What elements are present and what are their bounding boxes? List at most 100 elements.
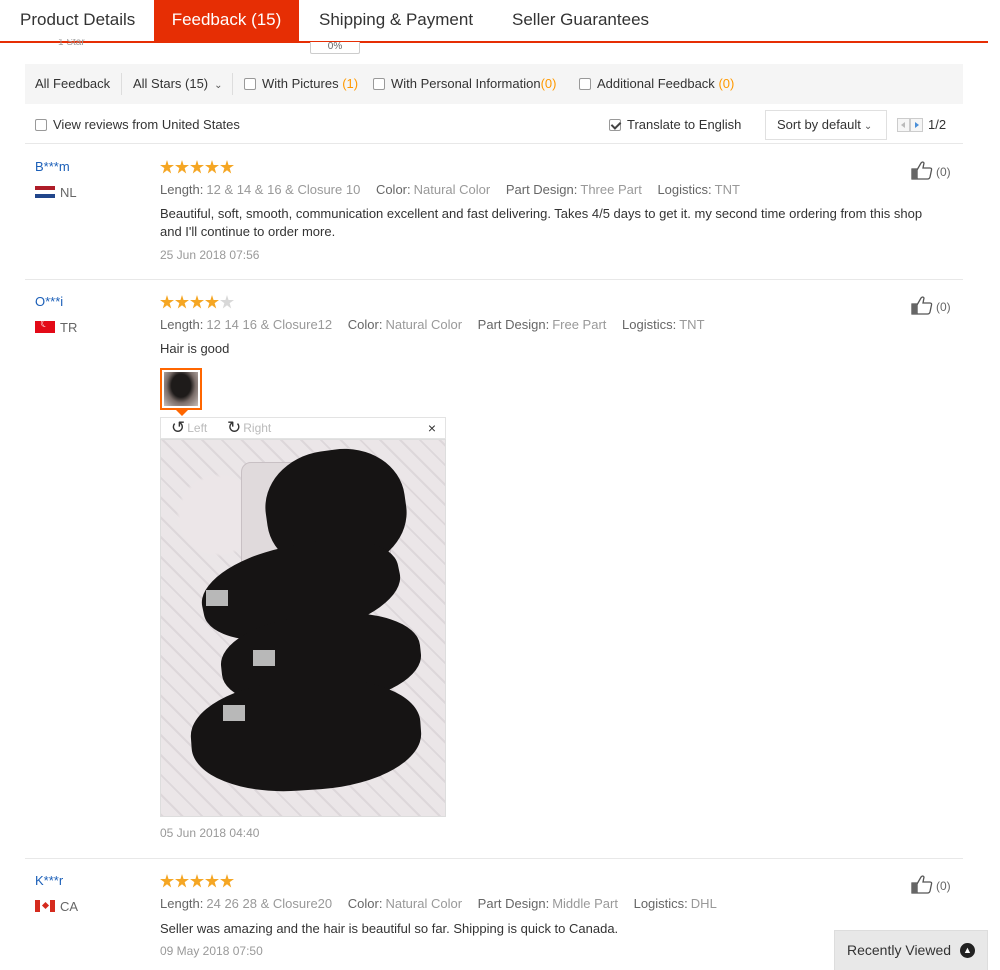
star-icon xyxy=(190,874,204,888)
review-item: B***m NL Length: 12 & 14 & 16 & Closure 1… xyxy=(25,145,963,280)
attr-key: Length: xyxy=(160,317,204,332)
chevron-up-icon: ▲ xyxy=(960,943,975,958)
helpful-count: (0) xyxy=(936,165,951,179)
filter-with-pictures[interactable]: With Pictures (1) xyxy=(244,64,358,104)
helpful-button[interactable]: (0) xyxy=(911,874,951,894)
tab-seller-guarantees[interactable]: Seller Guarantees xyxy=(512,0,649,41)
filter-count: (0) xyxy=(718,76,735,91)
rating-stub-value: 0% xyxy=(310,42,360,54)
attr-value: TNT xyxy=(714,182,740,197)
next-page-button[interactable] xyxy=(910,118,923,132)
attr-value: Middle Part xyxy=(552,896,618,911)
flag-ca-icon xyxy=(35,900,55,912)
flag-tr-icon xyxy=(35,321,55,333)
photo-band xyxy=(253,650,275,666)
star-icon xyxy=(205,295,219,309)
tab-shipping-payment[interactable]: Shipping & Payment xyxy=(319,0,473,41)
rating-stub-label: 1 Star xyxy=(58,39,85,47)
thumbs-up-icon xyxy=(911,296,933,315)
reviewer-name[interactable]: B***m xyxy=(35,159,70,174)
reviewer-country: NL xyxy=(35,185,77,200)
thumbs-up-icon xyxy=(911,875,933,894)
checkbox[interactable] xyxy=(35,119,47,131)
rotate-right-button[interactable]: ↻ Right xyxy=(227,419,271,437)
attr-value: TNT xyxy=(679,317,705,332)
helpful-button[interactable]: (0) xyxy=(911,160,951,180)
attr-key: Part Design: xyxy=(505,182,578,197)
attr-key: Color: xyxy=(347,896,383,911)
attr-value: Natural Color xyxy=(413,182,491,197)
star-icon xyxy=(160,874,174,888)
reviewer-name[interactable]: K***r xyxy=(35,873,63,888)
filter-with-personal-info[interactable]: With Personal Information(0) xyxy=(373,64,556,104)
close-icon[interactable]: × xyxy=(428,419,436,437)
sort-dropdown[interactable]: Sort by default ⌄ xyxy=(765,110,887,140)
chevron-down-icon: ⌄ xyxy=(863,121,873,132)
filter-count: (1) xyxy=(342,76,359,91)
checkbox-checked[interactable] xyxy=(609,119,621,131)
pagination: 1/2 xyxy=(897,118,946,132)
attr-key: Logistics: xyxy=(657,182,712,197)
country-code: NL xyxy=(60,185,77,200)
star-icon xyxy=(205,160,219,174)
reviewer-country: TR xyxy=(35,320,77,335)
filter-all-stars-dropdown[interactable]: All Stars (15) ⌄ xyxy=(133,64,223,104)
attr-value: 12 & 14 & 16 & Closure 10 xyxy=(206,182,361,197)
options-row: View reviews from United States Translat… xyxy=(25,108,963,144)
tab-product-details[interactable]: Product Details xyxy=(20,0,135,41)
filter-all-feedback[interactable]: All Feedback xyxy=(35,64,110,104)
thumbnail-pointer xyxy=(176,410,188,416)
attr-key: Part Design: xyxy=(477,317,550,332)
translate-option[interactable]: Translate to English xyxy=(609,108,741,142)
review-date: 05 Jun 2018 04:40 xyxy=(160,826,260,840)
review-text: Seller was amazing and the hair is beaut… xyxy=(160,921,619,936)
reviewer-name[interactable]: O***i xyxy=(35,294,63,309)
attr-value: Three Part xyxy=(580,182,642,197)
star-icon xyxy=(175,295,189,309)
filter-bar: All Feedback All Stars (15) ⌄ With Pictur… xyxy=(25,64,963,104)
star-icon xyxy=(175,874,189,888)
filter-count: (0) xyxy=(540,76,557,91)
star-icon xyxy=(220,874,234,888)
prev-page-button[interactable] xyxy=(897,118,910,132)
rotate-right-label: Right xyxy=(243,421,272,435)
star-icon xyxy=(220,160,234,174)
attr-value: 24 26 28 & Closure20 xyxy=(206,896,333,911)
checkbox[interactable] xyxy=(244,78,256,90)
attr-key: Logistics: xyxy=(622,317,677,332)
filter-all-stars-label: All Stars (15) xyxy=(133,76,209,91)
attr-key: Logistics: xyxy=(633,896,688,911)
image-viewer-toolbar: ↺ Left ↻ Right × xyxy=(160,417,446,439)
tab-feedback[interactable]: Feedback (15) xyxy=(154,0,299,41)
attr-key: Length: xyxy=(160,182,204,197)
flag-nl-icon xyxy=(35,186,55,198)
star-icon xyxy=(160,295,174,309)
recently-viewed-button[interactable]: Recently Viewed ▲ xyxy=(834,930,988,970)
review-text: Hair is good xyxy=(160,341,230,356)
star-icon xyxy=(190,160,204,174)
filter-with-personal-label: With Personal Information xyxy=(391,76,541,91)
recently-viewed-label: Recently Viewed xyxy=(847,942,952,958)
rotate-left-button[interactable]: ↺ Left xyxy=(171,419,207,437)
review-item: K***r CA Length: 24 26 28 & Closure20 Col… xyxy=(25,859,963,970)
filter-additional-label: Additional Feedback xyxy=(597,76,715,91)
attr-key: Part Design: xyxy=(477,896,550,911)
country-code: CA xyxy=(60,899,79,914)
tab-bar: Product Details Feedback (15) Shipping &… xyxy=(0,0,988,43)
helpful-count: (0) xyxy=(936,879,951,893)
review-photo-thumbnail[interactable] xyxy=(160,368,202,410)
country-code: TR xyxy=(60,320,78,335)
attr-key: Color: xyxy=(375,182,411,197)
star-empty-icon xyxy=(220,295,234,309)
filter-additional-feedback[interactable]: Additional Feedback (0) xyxy=(579,64,734,104)
checkbox[interactable] xyxy=(579,78,591,90)
view-us-reviews-option[interactable]: View reviews from United States xyxy=(35,108,240,142)
checkbox[interactable] xyxy=(373,78,385,90)
chevron-down-icon: ⌄ xyxy=(214,80,223,91)
star-icon xyxy=(175,160,189,174)
divider xyxy=(121,73,122,95)
reviewer-country: CA xyxy=(35,899,78,914)
divider xyxy=(232,73,233,95)
helpful-button[interactable]: (0) xyxy=(911,295,951,315)
photo-band xyxy=(223,705,245,721)
